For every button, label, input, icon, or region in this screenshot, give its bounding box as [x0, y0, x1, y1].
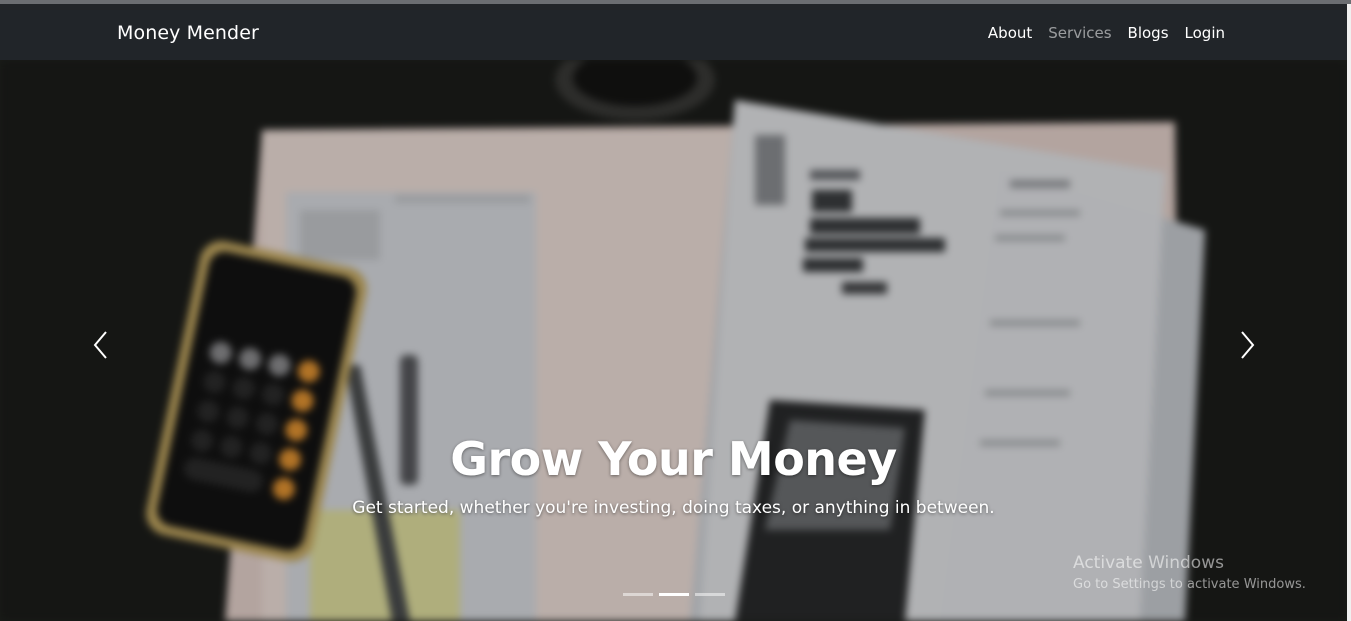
hero-title: Grow Your Money: [450, 432, 897, 486]
carousel-indicator-2[interactable]: [658, 593, 689, 596]
hero-background-image: [0, 60, 1347, 621]
carousel-indicators: [0, 593, 1347, 596]
brand-logo[interactable]: Money Mender: [117, 22, 259, 44]
carousel-prev-button[interactable]: [81, 325, 121, 365]
nav-link-login[interactable]: Login: [1185, 24, 1225, 42]
nav-link-services[interactable]: Services: [1048, 24, 1111, 42]
nav-link-blogs[interactable]: Blogs: [1128, 24, 1169, 42]
carousel-indicator-1[interactable]: [622, 593, 653, 596]
scrollbar-gutter: [1347, 4, 1351, 621]
watermark-subtitle: Go to Settings to activate Windows.: [1073, 577, 1306, 592]
nav-link-about[interactable]: About: [988, 24, 1032, 42]
navbar: Money Mender About Services Blogs Login: [0, 4, 1347, 60]
hero-subtitle: Get started, whether you're investing, d…: [352, 498, 995, 518]
carousel-next-button[interactable]: [1227, 325, 1267, 365]
carousel-caption: Grow Your Money Get started, whether you…: [0, 432, 1347, 518]
nav-links: About Services Blogs Login: [988, 24, 1225, 42]
chevron-left-icon: [93, 331, 107, 359]
carousel-indicator-3[interactable]: [694, 593, 725, 596]
chevron-right-icon: [1241, 331, 1255, 359]
hero-carousel: Grow Your Money Get started, whether you…: [0, 60, 1347, 621]
activate-windows-watermark: Activate Windows Go to Settings to activ…: [1073, 553, 1306, 592]
watermark-title: Activate Windows: [1073, 553, 1224, 573]
